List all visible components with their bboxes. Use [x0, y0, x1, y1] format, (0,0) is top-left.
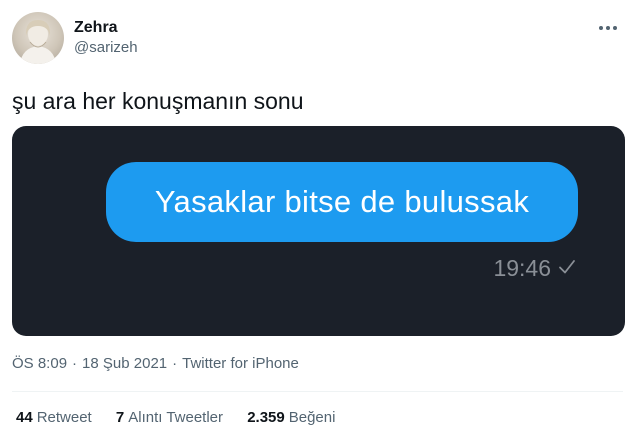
tweet-stats: 44 Retweet 7 Alıntı Tweetler 2.359 Beğeni [16, 408, 355, 428]
more-options-icon [599, 26, 603, 30]
tweet-text: şu ara her konuşmanın sonu [12, 88, 304, 114]
separator: · [72, 355, 78, 372]
tweet-media-image[interactable]: Yasaklar bitse de bulussak 19:46 [12, 126, 625, 336]
chat-message-text: Yasaklar bitse de bulussak [154, 184, 530, 219]
tweet-date[interactable]: 18 Şub 2021 [82, 355, 167, 372]
more-options-button[interactable] [593, 18, 623, 38]
more-options-dot [606, 26, 610, 30]
author-names: Zehra @sarizeh [74, 18, 138, 58]
stat-label: Beğeni [288, 409, 336, 426]
chat-message-bubble: Yasaklar bitse de bulussak [106, 162, 578, 242]
avatar-photo-icon [20, 20, 56, 64]
display-name[interactable]: Zehra [74, 18, 138, 38]
tweet-source[interactable]: Twitter for iPhone [182, 355, 299, 372]
retweet-count[interactable]: 44 Retweet [16, 408, 92, 428]
divider [12, 391, 623, 392]
stat-label: Retweet [36, 409, 92, 426]
tweet: Zehra @sarizeh şu ara her konuşmanın son… [0, 0, 635, 431]
checkmark-icon [559, 260, 575, 274]
stat-label: Alıntı Tweetler [128, 409, 224, 426]
chat-message-time: 19:46 [493, 255, 551, 281]
stat-number: 2.359 [247, 409, 285, 426]
stat-number: 7 [115, 409, 125, 426]
separator: · [172, 355, 178, 372]
user-handle[interactable]: @sarizeh [74, 38, 138, 58]
quote-tweet-count[interactable]: 7 Alıntı Tweetler [116, 408, 223, 428]
stat-number: 44 [16, 409, 33, 426]
tweet-metadata: ÖS 8:09 · 18 Şub 2021 · Twitter for iPhone [12, 354, 299, 374]
like-count[interactable]: 2.359 Beğeni [247, 408, 335, 428]
tweet-time[interactable]: ÖS 8:09 [12, 355, 67, 372]
more-options-dot [613, 26, 617, 30]
avatar[interactable] [12, 12, 64, 64]
tweet-header: Zehra @sarizeh [12, 12, 623, 68]
